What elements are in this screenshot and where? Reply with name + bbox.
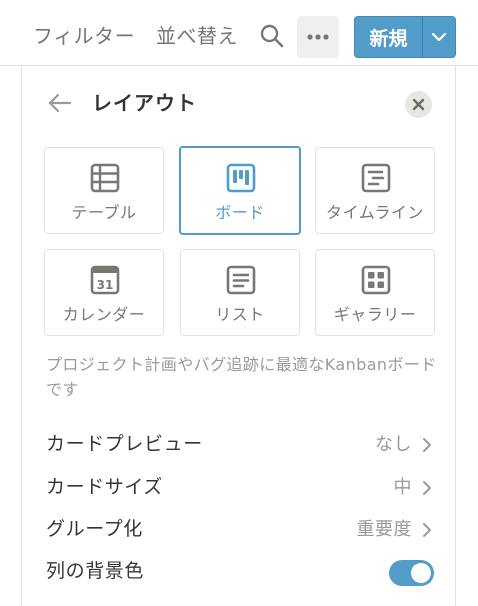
- filter-button[interactable]: フィルター: [33, 21, 135, 51]
- calendar-day-number: 31: [97, 278, 114, 292]
- toggle-knob: [411, 563, 431, 583]
- setting-card-size[interactable]: カードサイズ 中: [46, 469, 434, 505]
- calendar-icon: 31: [90, 265, 120, 295]
- chevron-down-icon: [431, 32, 447, 42]
- panel-title: レイアウト: [92, 91, 197, 115]
- new-button[interactable]: 新規: [355, 17, 423, 57]
- gallery-icon: [361, 265, 391, 295]
- layout-option-label: リスト: [215, 305, 265, 324]
- layout-option-label: ボード: [215, 203, 265, 222]
- setting-value: 中: [393, 477, 412, 498]
- search-icon[interactable]: [258, 22, 286, 50]
- column-background-toggle[interactable]: [389, 560, 434, 586]
- layout-description: プロジェクト計画やバグ追跡に最適なKanbanボードです: [46, 355, 437, 399]
- layout-option-list[interactable]: リスト: [180, 249, 300, 336]
- more-horizontal-icon: [307, 34, 329, 40]
- setting-column-background: 列の背景色: [46, 553, 434, 589]
- chevron-right-icon: [423, 523, 431, 537]
- setting-label: グループ化: [46, 518, 143, 540]
- layout-panel: レイアウト テーブル ボード タイムライン 31 カレンダー リスト ギャラリー…: [21, 66, 456, 606]
- setting-label: カードサイズ: [46, 476, 164, 498]
- database-toolbar: フィルター 並べ替え 新規: [0, 0, 478, 66]
- board-icon: [226, 163, 256, 193]
- chevron-right-icon: [423, 438, 431, 452]
- layout-option-label: タイムライン: [326, 203, 424, 222]
- arrow-left-icon[interactable]: [47, 92, 73, 114]
- more-button[interactable]: [297, 16, 339, 58]
- setting-label: カードプレビュー: [46, 433, 203, 455]
- sort-button[interactable]: 並べ替え: [156, 21, 238, 51]
- layout-option-board[interactable]: ボード: [179, 146, 301, 235]
- chevron-right-icon: [423, 481, 431, 495]
- layout-option-label: カレンダー: [62, 305, 146, 324]
- layout-option-gallery[interactable]: ギャラリー: [315, 249, 435, 336]
- layout-option-timeline[interactable]: タイムライン: [315, 147, 435, 234]
- close-button[interactable]: [405, 91, 432, 118]
- close-icon: [412, 98, 425, 111]
- timeline-icon: [361, 163, 391, 193]
- setting-value: 重要度: [356, 519, 412, 540]
- table-icon: [90, 163, 120, 193]
- layout-option-label: テーブル: [71, 203, 137, 222]
- setting-card-preview[interactable]: カードプレビュー なし: [46, 426, 434, 462]
- layout-option-calendar[interactable]: 31 カレンダー: [44, 249, 164, 336]
- layout-options: テーブル ボード タイムライン 31 カレンダー リスト ギャラリー: [44, 146, 436, 337]
- new-dropdown-button[interactable]: [423, 17, 455, 57]
- layout-option-table[interactable]: テーブル: [44, 147, 164, 234]
- page: フィルター 並べ替え 新規 レイアウト テーブル ボード タイムライン 31 カ…: [0, 0, 478, 606]
- setting-group-by[interactable]: グループ化 重要度: [46, 511, 434, 547]
- setting-value: なし: [375, 434, 412, 455]
- setting-label: 列の背景色: [46, 560, 145, 582]
- list-icon: [226, 265, 256, 295]
- new-button-group: 新規: [354, 16, 456, 58]
- layout-option-label: ギャラリー: [333, 305, 417, 324]
